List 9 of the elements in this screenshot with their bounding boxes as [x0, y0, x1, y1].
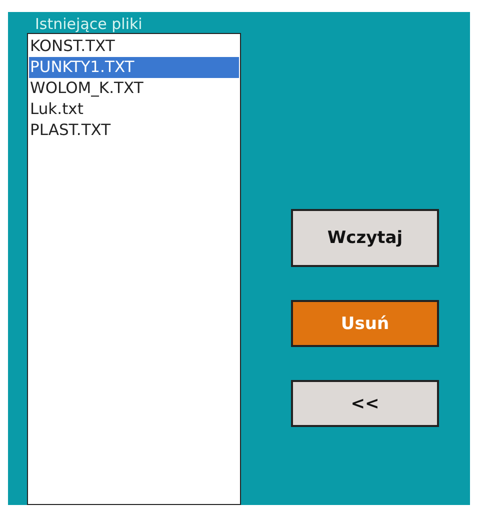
file-list[interactable]: KONST.TXT PUNKTY1.TXT WOLOM_K.TXT Luk.txt PLAST.TXT	[27, 33, 241, 505]
file-item[interactable]: PLAST.TXT	[29, 120, 239, 141]
file-item[interactable]: KONST.TXT	[29, 36, 239, 57]
list-label: Istniejące pliki	[34, 14, 144, 33]
file-item[interactable]: Luk.txt	[29, 99, 239, 120]
action-button[interactable]: Wczytaj	[291, 209, 439, 267]
file-item[interactable]: PUNKTY1.TXT	[29, 57, 239, 78]
action-button[interactable]: <<	[291, 380, 439, 427]
file-item[interactable]: WOLOM_K.TXT	[29, 78, 239, 99]
